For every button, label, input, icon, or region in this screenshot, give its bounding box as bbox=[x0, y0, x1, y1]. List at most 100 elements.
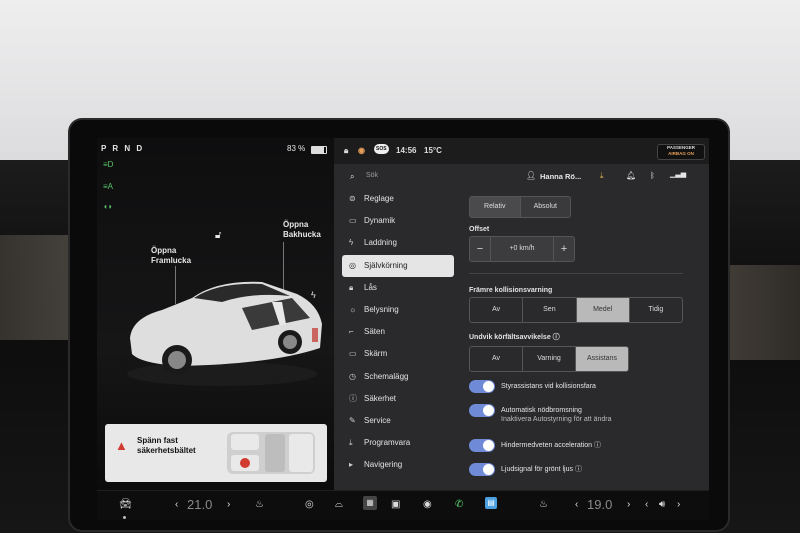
menu-item-label: Säkerhet bbox=[364, 393, 397, 403]
car-icon[interactable]: 🚘︎ bbox=[119, 499, 132, 510]
search-icon[interactable]: ⌕ bbox=[350, 172, 354, 182]
toggle-label-text: Styrassistans vid kollisionsfara bbox=[501, 383, 596, 390]
menu-item-9[interactable]: ⓘ Säkerhet bbox=[342, 388, 454, 410]
sos-badge[interactable]: SOS bbox=[374, 144, 389, 154]
parking-light-icon: ◖◗ bbox=[103, 202, 113, 211]
left-temp-up-icon[interactable]: › bbox=[227, 499, 230, 510]
display-icon: ▭ bbox=[349, 349, 357, 359]
left-temp-down-icon[interactable]: ‹ bbox=[175, 499, 178, 510]
fcw-option[interactable]: Av bbox=[470, 298, 524, 322]
offset-increase-button[interactable]: + bbox=[554, 237, 574, 261]
toggle-switch[interactable] bbox=[469, 463, 495, 476]
menu-item-7[interactable]: ▭ Skärm bbox=[342, 343, 454, 365]
calendar-icon[interactable]: ▤ bbox=[485, 497, 497, 509]
car-model-image bbox=[127, 281, 322, 386]
right-temp-up-icon[interactable]: › bbox=[627, 499, 630, 510]
toggle-label-text: Automatisk nödbromsning bbox=[501, 407, 582, 414]
bottom-bar: 🚘︎ ‹ 21.0 › ♨ ◎ ⌓ ▦ ▣ ◉ ✆ ▤ ♨ ‹ 19.0 › ‹… bbox=[97, 490, 709, 520]
menu-item-3[interactable]: ◎ Självkörning bbox=[342, 254, 454, 277]
speed-mode-tabs: Relativ Absolut bbox=[469, 196, 571, 218]
tab-relativ[interactable]: Relativ bbox=[470, 197, 521, 217]
wrench-icon: ✎ bbox=[349, 415, 356, 425]
info-icon[interactable]: ⓘ bbox=[592, 442, 601, 449]
tab-absolut[interactable]: Absolut bbox=[521, 197, 571, 217]
search-row: ⌕ Sök 👤︎ Hanna Rö... ⤓ 🔔︎ ᛒ ▁▃▅ bbox=[334, 164, 709, 188]
menu-item-1[interactable]: ▭ Dynamik bbox=[342, 210, 454, 232]
passenger-temp[interactable]: 19.0 bbox=[587, 497, 612, 512]
toggle-switch[interactable] bbox=[469, 404, 495, 417]
media-icon[interactable]: ▣ bbox=[391, 499, 400, 510]
lda-option[interactable]: Assistans bbox=[576, 347, 628, 371]
toggle-label: Styrassistans vid kollisionsfara bbox=[501, 382, 596, 391]
menu-item-label: Säten bbox=[364, 327, 385, 337]
lda-option[interactable]: Av bbox=[470, 347, 523, 371]
menu-item-8[interactable]: ◷ Schemalägg bbox=[342, 366, 454, 388]
warning-text: Spänn fast säkerhetsbältet bbox=[137, 436, 196, 455]
profile-icon[interactable]: 👤︎ bbox=[526, 171, 536, 180]
wood-trim-left bbox=[0, 235, 72, 340]
toggle-label: Hindermedveten acceleration ⓘ bbox=[501, 441, 601, 450]
menu-item-label: Skärm bbox=[364, 349, 388, 359]
menu-item-0[interactable]: ⊜ Reglage bbox=[342, 188, 454, 210]
volume-down-icon[interactable]: ‹ bbox=[645, 499, 648, 510]
toggle-label: Ljudsignal för grönt ljus ⓘ bbox=[501, 465, 582, 474]
trunk-label[interactable]: Öppna Bakhucka bbox=[283, 220, 323, 240]
fcw-option[interactable]: Tidig bbox=[630, 298, 682, 322]
battery-icon bbox=[311, 146, 327, 154]
menu-item-6[interactable]: ⌐ Säten bbox=[342, 321, 454, 343]
defrost-icon[interactable]: ⌓ bbox=[335, 499, 343, 510]
apps-icon[interactable]: ▦ bbox=[363, 496, 377, 510]
info-icon[interactable]: ⓘ bbox=[553, 334, 560, 341]
menu-item-11[interactable]: ⤓ Programvara bbox=[342, 432, 454, 454]
lane-departure-label: Undvik körfältsavvikelse ⓘ bbox=[469, 332, 560, 342]
menu-item-label: Laddning bbox=[364, 238, 397, 248]
right-temp-down-icon[interactable]: ‹ bbox=[575, 499, 578, 510]
trunk-label-text: Öppna Bakhucka bbox=[283, 220, 321, 239]
frunk-label-text: Öppna Framlucka bbox=[151, 246, 192, 265]
download-icon[interactable]: ⤓ bbox=[600, 171, 604, 181]
outside-temp: 15°C bbox=[424, 146, 442, 155]
menu-item-2[interactable]: ϟ Laddning bbox=[342, 232, 454, 254]
lock-status-icon[interactable]: 🔒︎ bbox=[344, 146, 348, 156]
phone-icon[interactable]: ✆ bbox=[455, 499, 463, 510]
passenger-airbag-indicator: PASSENGER AIRBAG ON bbox=[657, 144, 705, 160]
frunk-label[interactable]: Öppna Framlucka bbox=[151, 246, 191, 266]
toggle-label: Automatisk nödbromsning Inaktivera Autost… bbox=[501, 406, 612, 424]
menu-item-5[interactable]: ☼ Belysning bbox=[342, 299, 454, 321]
volume-icon[interactable]: 🔊︎ bbox=[659, 499, 665, 510]
steering-wheel-icon[interactable]: ◎ bbox=[305, 499, 314, 510]
seat-heater-right-icon[interactable]: ♨ bbox=[539, 499, 548, 510]
driver-temp[interactable]: 21.0 bbox=[187, 497, 212, 512]
menu-item-4[interactable]: 🔒︎ Lås bbox=[342, 277, 454, 299]
camera-icon[interactable]: ◉ bbox=[358, 146, 365, 155]
profile-name[interactable]: Hanna Rö... bbox=[540, 172, 581, 181]
menu-item-label: Lås bbox=[364, 282, 377, 292]
unlock-icon[interactable]: 🔓︎ bbox=[215, 230, 221, 241]
toggle-sublabel: Inaktivera Autostyrning för att ändra bbox=[501, 416, 612, 423]
battery-percent: 83 % bbox=[287, 144, 306, 153]
headlight-icon: ≡D bbox=[103, 160, 114, 169]
fcw-option[interactable]: Sen bbox=[523, 298, 577, 322]
bluetooth-icon[interactable]: ᛒ bbox=[650, 171, 655, 180]
menu-item-10[interactable]: ✎ Service bbox=[342, 410, 454, 432]
lda-option[interactable]: Varning bbox=[523, 347, 576, 371]
menu-item-12[interactable]: ▸ Navigering bbox=[342, 454, 454, 476]
toggle-switch[interactable] bbox=[469, 439, 495, 452]
volume-up-icon[interactable]: › bbox=[677, 499, 680, 510]
clock-icon: ◷ bbox=[349, 371, 356, 381]
search-input[interactable]: Sök bbox=[366, 172, 378, 179]
fcw-option[interactable]: Medel bbox=[576, 298, 630, 322]
lock-icon: 🔒︎ bbox=[349, 282, 354, 292]
menu-item-label: Självkörning bbox=[364, 260, 408, 270]
toggle-switch[interactable] bbox=[469, 380, 495, 393]
offset-decrease-button[interactable]: − bbox=[470, 237, 491, 261]
offset-label: Offset bbox=[469, 226, 490, 233]
seatbelt-warning: ▲ Spänn fast säkerhetsbältet bbox=[105, 424, 327, 482]
toggle-icon: ⊜ bbox=[349, 194, 356, 203]
seat-heater-left-icon[interactable]: ♨ bbox=[255, 499, 264, 510]
warning-icon: ▲ bbox=[115, 438, 128, 453]
camera-app-icon[interactable]: ◉ bbox=[423, 499, 432, 510]
car-icon: ▭ bbox=[349, 216, 357, 226]
info-icon[interactable]: ⓘ bbox=[573, 466, 582, 473]
bell-icon[interactable]: 🔔︎ bbox=[626, 171, 636, 180]
